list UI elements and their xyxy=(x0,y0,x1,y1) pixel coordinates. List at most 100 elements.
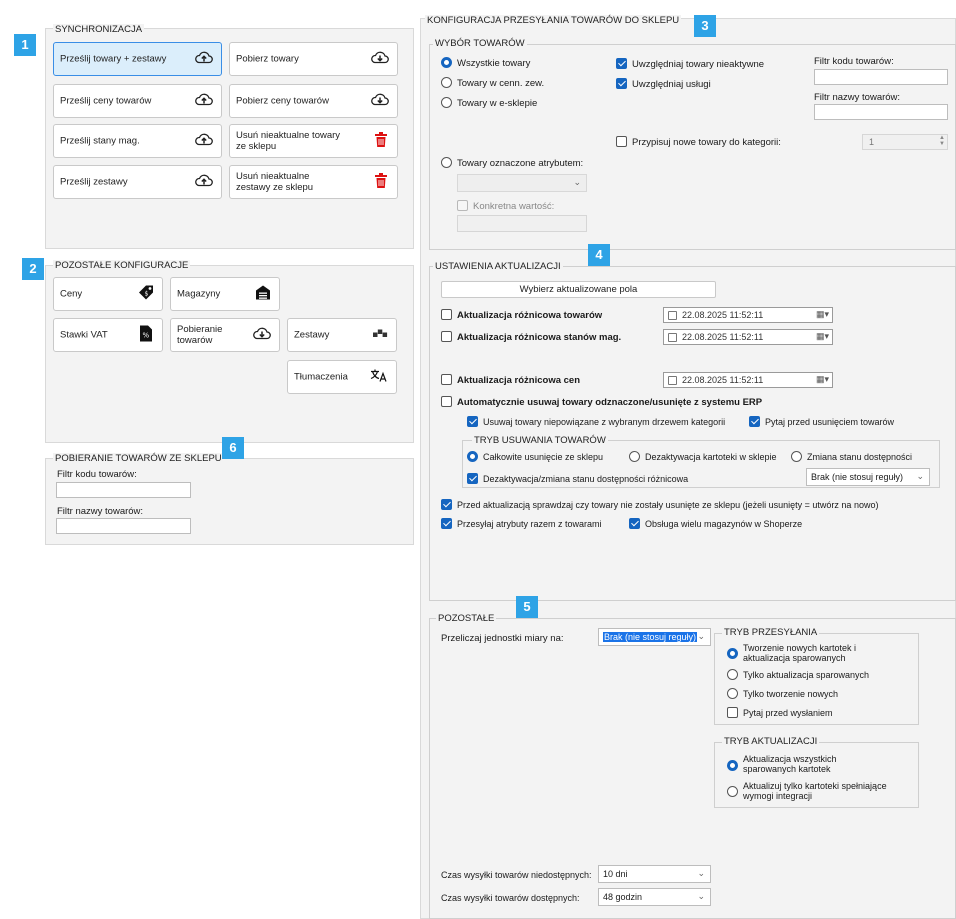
all-goods-radio[interactable] xyxy=(441,57,452,68)
badge-2: 2 xyxy=(22,258,44,280)
chevron-down-icon: ⌄ xyxy=(916,471,924,481)
diff-deactivate-checkbox[interactable] xyxy=(467,473,478,484)
send-prices-label: Prześlij ceny towarów xyxy=(60,95,152,107)
diff-goods-date[interactable]: 22.08.2025 11:52:11 ▦▾ xyxy=(663,307,833,323)
assign-category-label: Przypisuj nowe towary do kategorii: xyxy=(632,137,781,148)
remove-unlinked-checkbox[interactable] xyxy=(467,416,478,427)
sel-name-filter-label: Filtr nazwy towarów: xyxy=(814,92,901,103)
send-mode-title: TRYB PRZESYŁANIA xyxy=(722,627,820,638)
category-number-input[interactable]: 1 ▲ ▼ xyxy=(862,134,948,150)
update-only-radio[interactable] xyxy=(727,669,738,680)
create-update-label: Tworzenie nowych kartotek i aktualizacja… xyxy=(743,643,857,663)
specific-value-input[interactable] xyxy=(457,215,587,232)
create-update-radio[interactable] xyxy=(727,648,738,659)
update-all-paired-label: Aktualizacja wszystkich sparowanych kart… xyxy=(743,754,837,774)
warehouse-icon xyxy=(255,285,271,304)
full-removal-radio[interactable] xyxy=(467,451,478,462)
removal-mode-title: TRYB USUWANIA TOWARÓW xyxy=(472,435,608,446)
translations-button[interactable]: Tłumaczenia xyxy=(287,360,397,394)
ask-before-remove-checkbox[interactable] xyxy=(749,416,760,427)
translate-icon xyxy=(370,369,388,386)
diff-goods-checkbox[interactable] xyxy=(441,309,452,320)
sets-config-button[interactable]: Zestawy xyxy=(287,318,397,352)
fetch-name-filter-input[interactable] xyxy=(56,518,191,534)
spin-arrows-icon[interactable]: ▲ ▼ xyxy=(939,135,945,147)
warehouses-config-label: Magazyny xyxy=(177,288,221,300)
fetch-code-filter-input[interactable] xyxy=(56,482,191,498)
date-enable-checkbox[interactable] xyxy=(668,311,677,320)
ext-price-goods-radio[interactable] xyxy=(441,77,452,88)
cubes-icon xyxy=(372,328,388,343)
prices-config-button[interactable]: Ceny $ xyxy=(53,277,163,311)
prices-config-label: Ceny xyxy=(60,288,83,300)
update-all-paired-radio[interactable] xyxy=(727,760,738,771)
diff-stock-date[interactable]: 22.08.2025 11:52:11 ▦▾ xyxy=(663,329,833,345)
update-matching-label: Aktualizuj tylko kartoteki spełniające w… xyxy=(743,781,887,801)
calendar-dropdown-icon[interactable]: ▦▾ xyxy=(816,309,829,320)
diff-stock-label: Aktualizacja różnicowa stanów mag. xyxy=(457,332,622,343)
update-only-label: Tylko aktualizacja sparowanych xyxy=(743,670,870,680)
remove-outdated-goods-label: Usuń nieaktualne towary ze sklepu xyxy=(236,130,341,152)
sel-code-filter-input[interactable] xyxy=(814,69,948,85)
diff-prices-checkbox[interactable] xyxy=(441,374,452,385)
ask-before-send-checkbox[interactable] xyxy=(727,707,738,718)
get-prices-label: Pobierz ceny towarów xyxy=(236,95,329,107)
fetch-goods-config-button[interactable]: Pobieranie towarów xyxy=(170,318,280,352)
specific-value-label: Konkretna wartość: xyxy=(473,201,555,212)
deactivate-radio[interactable] xyxy=(629,451,640,462)
main-config-title: KONFIGURACJA PRZESYŁANIA TOWARÓW DO SKLE… xyxy=(425,15,682,26)
vat-rates-button[interactable]: Stawki VAT % xyxy=(53,318,163,352)
diff-prices-date[interactable]: 22.08.2025 11:52:11 ▦▾ xyxy=(663,372,833,388)
badge-1: 1 xyxy=(14,34,36,56)
fetch-panel-title: POBIERANIE TOWARÓW ZE SKLEPU xyxy=(53,453,224,464)
calendar-dropdown-icon[interactable]: ▦▾ xyxy=(816,331,829,342)
full-removal-label: Całkowite usunięcie ze sklepu xyxy=(483,452,604,462)
remove-outdated-goods-button[interactable]: Usuń nieaktualne towary ze sklepu xyxy=(229,124,398,158)
badge-6: 6 xyxy=(222,437,244,459)
specific-value-checkbox[interactable] xyxy=(457,200,468,211)
date-enable-checkbox[interactable] xyxy=(668,376,677,385)
send-stock-button[interactable]: Prześlij stany mag. xyxy=(53,124,222,158)
send-attributes-checkbox[interactable] xyxy=(441,518,452,529)
check-removed-label: Przed aktualizacją sprawdzaj czy towary … xyxy=(457,500,879,510)
assign-category-checkbox[interactable] xyxy=(616,136,627,147)
change-availability-radio[interactable] xyxy=(791,451,802,462)
eshop-goods-radio[interactable] xyxy=(441,97,452,108)
update-mode-title: TRYB AKTUALIZACJI xyxy=(722,736,820,747)
category-number-value: 1 xyxy=(869,137,875,147)
availability-rule-select[interactable]: Brak (nie stosuj reguły) ⌄ xyxy=(806,468,930,486)
sel-code-filter-label: Filtr kodu towarów: xyxy=(814,56,894,67)
cloud-upload-icon xyxy=(195,93,213,110)
check-removed-checkbox[interactable] xyxy=(441,499,452,510)
units-select[interactable]: Brak (nie stosuj reguły) ⌄ xyxy=(598,628,711,646)
unavail-time-label: Czas wysyłki towarów niedostępnych: xyxy=(441,870,592,880)
diff-goods-label: Aktualizacja różnicowa towarów xyxy=(457,310,603,321)
calendar-dropdown-icon[interactable]: ▦▾ xyxy=(816,374,829,385)
diff-deactivate-label: Dezaktywacja/zmiana stanu dostępności ró… xyxy=(483,474,689,484)
attr-goods-radio[interactable] xyxy=(441,157,452,168)
diff-stock-checkbox[interactable] xyxy=(441,331,452,342)
get-goods-label: Pobierz towary xyxy=(236,53,299,65)
create-only-radio[interactable] xyxy=(727,688,738,699)
include-services-checkbox[interactable] xyxy=(616,78,627,89)
convert-units-label: Przeliczaj jednostki miary na: xyxy=(441,633,564,644)
remove-outdated-sets-button[interactable]: Usuń nieaktualne zestawy ze sklepu xyxy=(229,165,398,199)
auto-remove-checkbox[interactable] xyxy=(441,396,452,407)
update-matching-radio[interactable] xyxy=(727,786,738,797)
ask-before-send-label: Pytaj przed wysłaniem xyxy=(743,708,833,718)
get-prices-button[interactable]: Pobierz ceny towarów xyxy=(229,84,398,118)
send-sets-button[interactable]: Prześlij zestawy xyxy=(53,165,222,199)
unavail-time-select[interactable]: 10 dni ⌄ xyxy=(598,865,711,883)
send-goods-sets-button[interactable]: Prześlij towary + zestawy xyxy=(53,42,222,76)
sel-name-filter-input[interactable] xyxy=(814,104,948,120)
document-percent-icon: % xyxy=(140,325,152,345)
attribute-select[interactable]: ⌄ xyxy=(457,174,587,192)
avail-time-select[interactable]: 48 godzin ⌄ xyxy=(598,888,711,906)
warehouses-config-button[interactable]: Magazyny xyxy=(170,277,280,311)
send-prices-button[interactable]: Prześlij ceny towarów xyxy=(53,84,222,118)
get-goods-button[interactable]: Pobierz towary xyxy=(229,42,398,76)
date-enable-checkbox[interactable] xyxy=(668,333,677,342)
pick-fields-button[interactable]: Wybierz aktualizowane pola xyxy=(441,281,716,298)
multi-warehouse-checkbox[interactable] xyxy=(629,518,640,529)
include-inactive-checkbox[interactable] xyxy=(616,58,627,69)
